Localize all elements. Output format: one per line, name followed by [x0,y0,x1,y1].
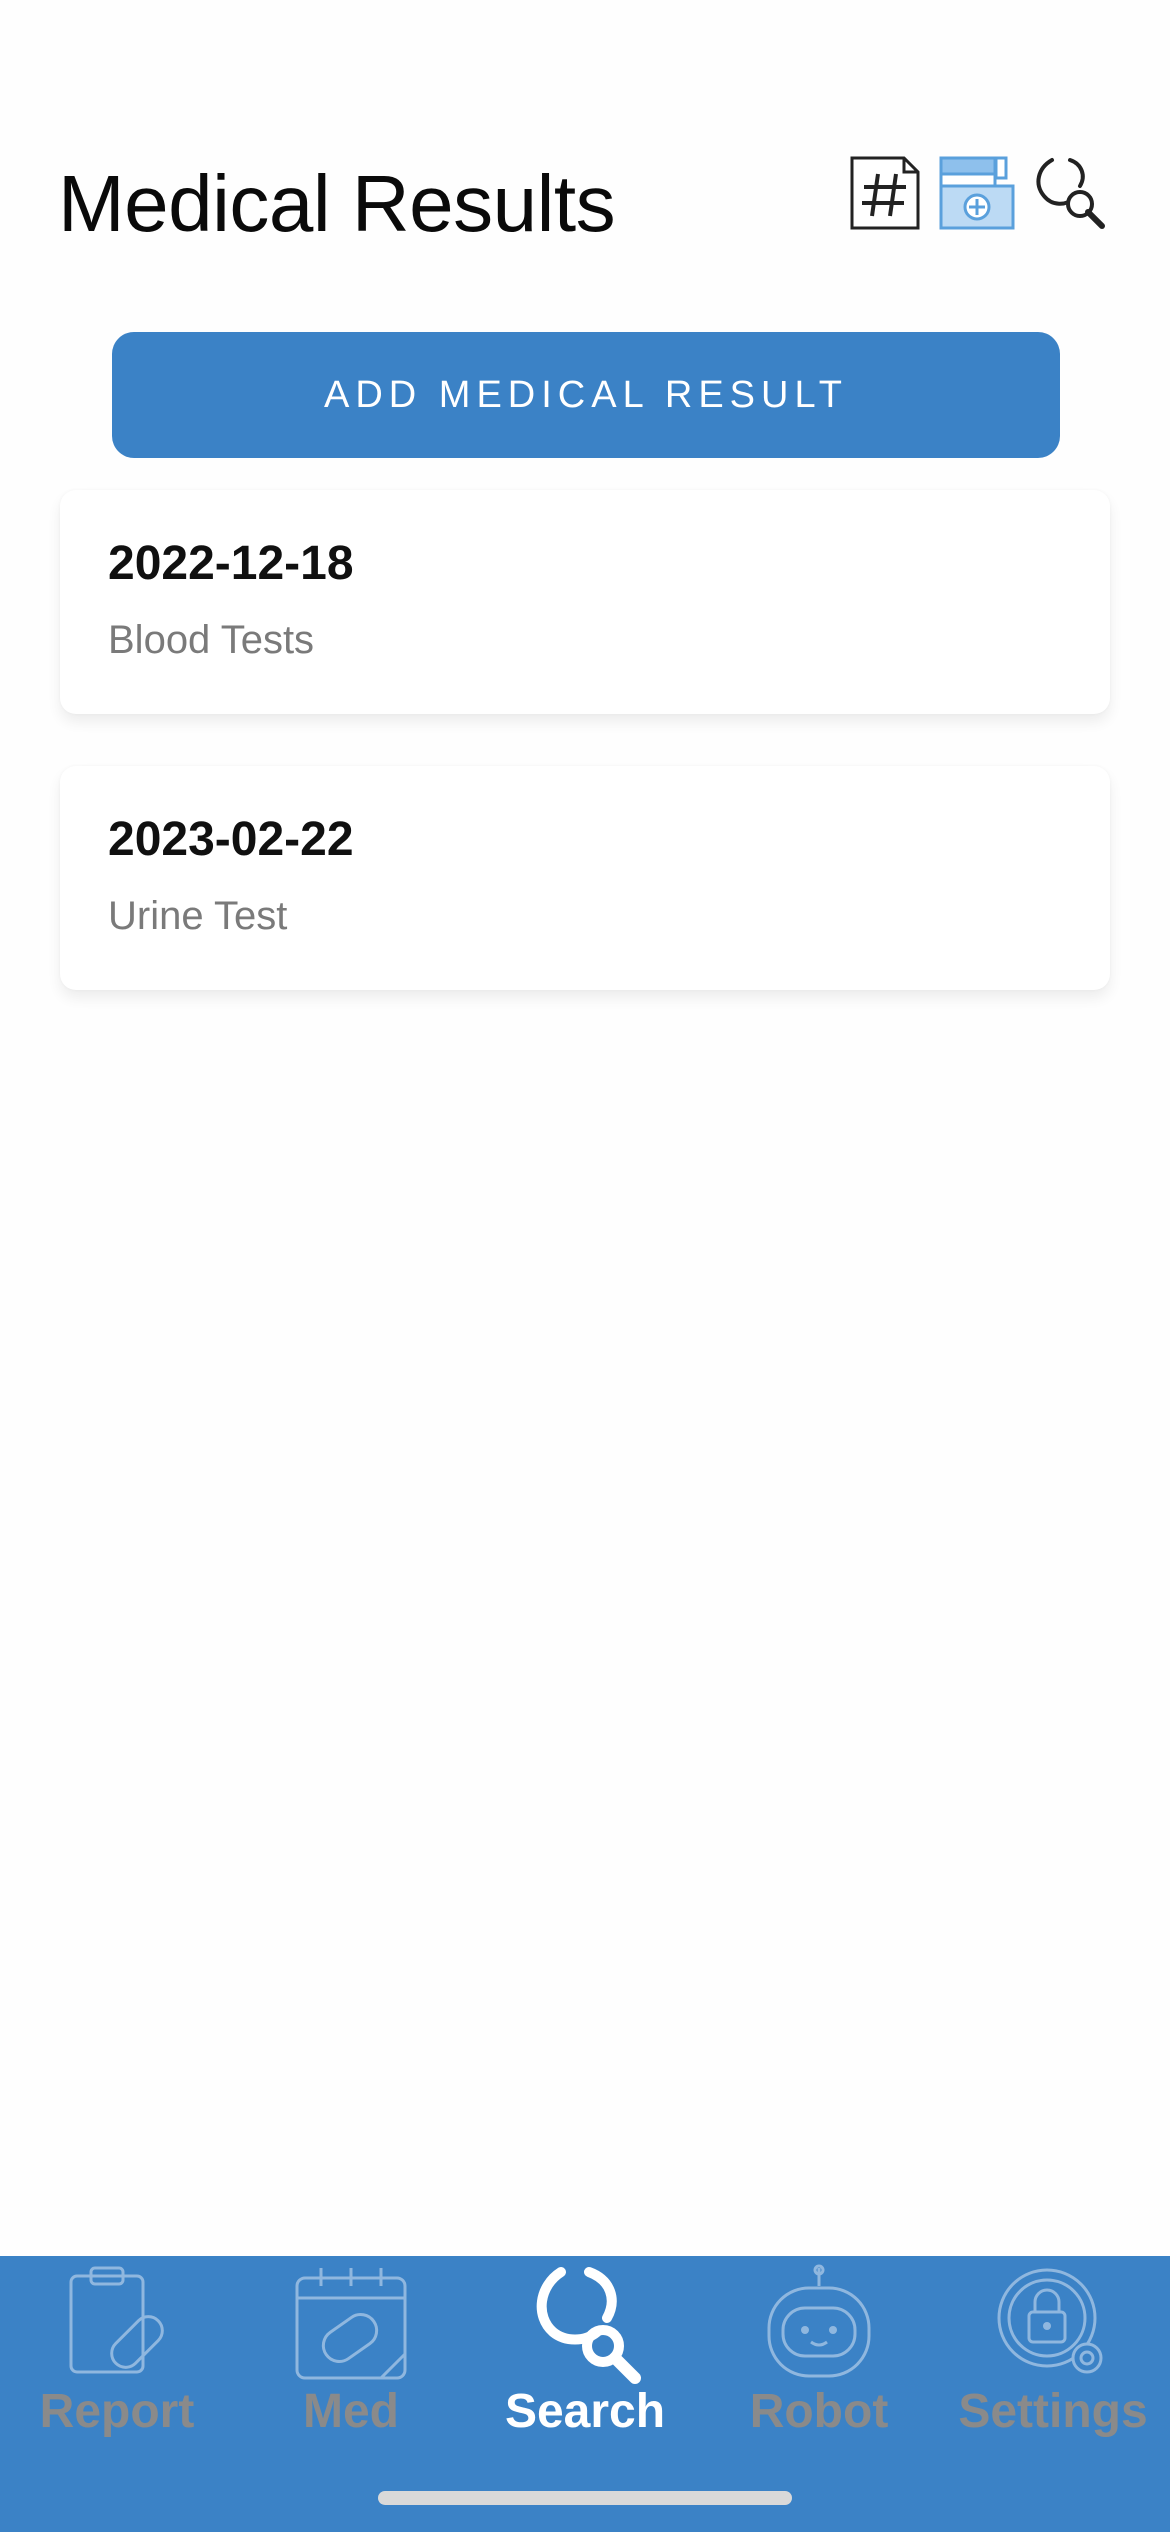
result-type: Urine Test [108,894,288,938]
tab-search[interactable]: Search [468,2256,702,2486]
stethoscope-icon [536,2267,641,2384]
tab-settings[interactable]: Settings [936,2256,1170,2486]
tab-robot[interactable]: Robot [702,2256,936,2486]
home-indicator[interactable] [378,2491,792,2505]
result-type: Blood Tests [108,618,315,662]
tab-report[interactable]: Report [0,2256,234,2486]
add-medical-result-button[interactable]: ADD MEDICAL RESULT [112,332,1060,458]
medical-results-screen: Medical Results ADD MEDICAL RESULT 2022-… [0,0,1170,2532]
result-card[interactable]: 2023-02-22 Urine Test [60,766,1110,990]
tab-label: Robot [749,2385,889,2438]
calendar-pill-icon [295,2268,407,2380]
robot-icon [767,2264,871,2378]
result-card[interactable]: 2022-12-18 Blood Tests [60,490,1110,714]
tab-label: Search [504,2385,666,2438]
tab-med[interactable]: Med [234,2256,468,2486]
medical-kit-icon[interactable] [938,154,1016,232]
page-title: Medical Results [58,159,616,248]
header-icons [846,154,1108,232]
stethoscope-search-icon[interactable] [1030,154,1108,232]
clipboard-pill-icon [69,2266,164,2374]
tab-label: Settings [958,2385,1148,2438]
lock-gear-icon [997,2268,1103,2374]
header: Medical Results [0,120,1170,270]
result-date: 2022-12-18 [108,537,354,590]
tab-label: Med [303,2385,399,2438]
hashtag-document-icon[interactable] [846,154,924,232]
result-date: 2023-02-22 [108,813,354,866]
tab-label: Report [39,2385,195,2438]
